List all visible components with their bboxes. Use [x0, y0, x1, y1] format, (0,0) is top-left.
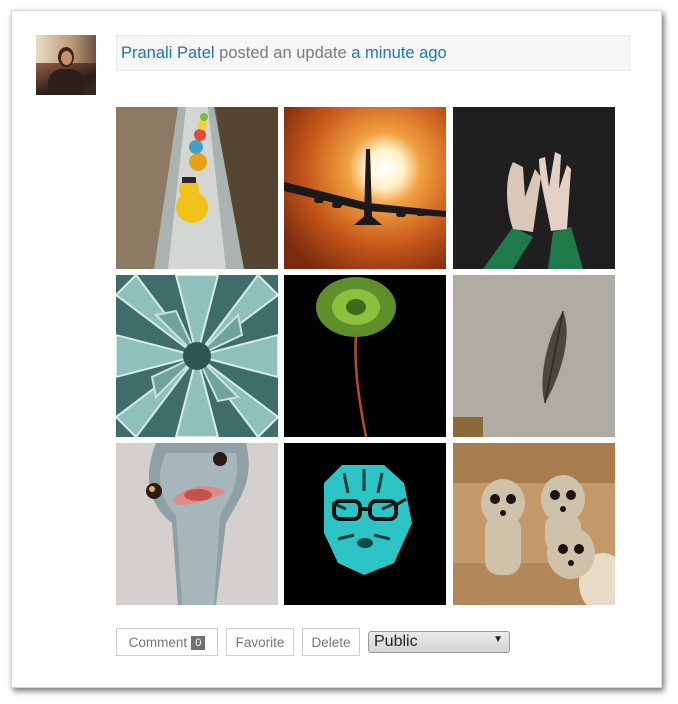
gallery-image-leaf[interactable]: [284, 275, 446, 437]
comment-button[interactable]: Comment 0: [116, 628, 218, 656]
favorite-button[interactable]: Favorite: [226, 628, 294, 656]
delete-button[interactable]: Delete: [302, 628, 360, 656]
gallery-image-tiger[interactable]: [284, 443, 446, 605]
gallery-image-ostrich[interactable]: [116, 443, 278, 605]
gallery-image-ducks[interactable]: [116, 107, 278, 269]
timestamp-link[interactable]: a minute ago: [351, 44, 446, 62]
avatar[interactable]: [36, 35, 96, 95]
gallery-image-fossil[interactable]: [453, 275, 615, 437]
activity-card: Pranali Patel posted an update a minute …: [11, 10, 662, 688]
image-gallery: [116, 107, 616, 605]
activity-action-text: posted an update: [219, 44, 347, 62]
author-link[interactable]: Pranali Patel: [121, 44, 215, 62]
privacy-select-value: Public: [374, 633, 418, 650]
gallery-image-hands[interactable]: [453, 107, 615, 269]
comment-button-label: Comment: [128, 635, 188, 650]
comment-count-badge: 0: [191, 636, 206, 650]
activity-header: Pranali Patel posted an update a minute …: [116, 35, 630, 71]
chevron-down-icon: ▼: [493, 634, 503, 645]
privacy-select[interactable]: Public ▼: [368, 631, 510, 653]
gallery-image-airplane[interactable]: [284, 107, 446, 269]
gallery-image-succulent[interactable]: [116, 275, 278, 437]
gallery-image-meerkats[interactable]: [453, 443, 615, 605]
